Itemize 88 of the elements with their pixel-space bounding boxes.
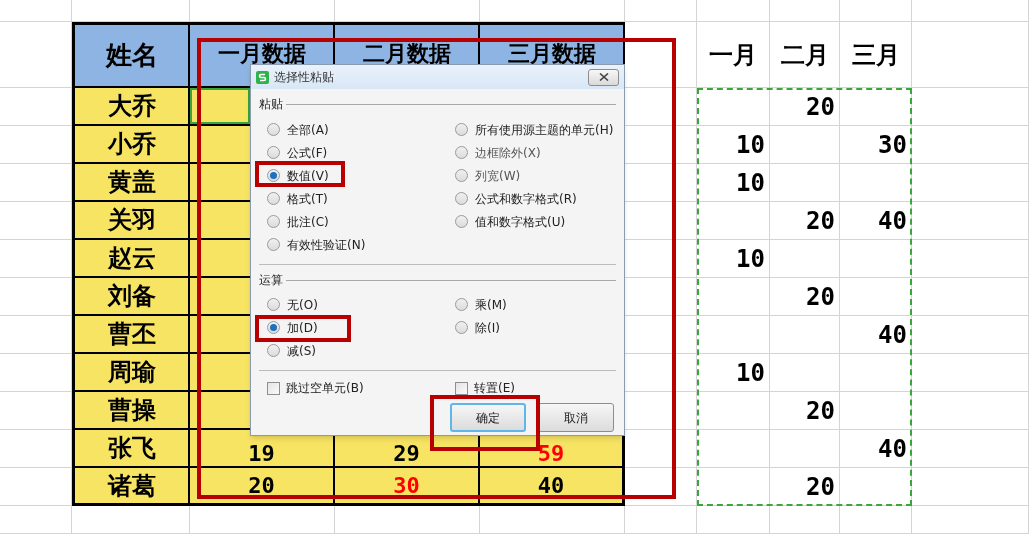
value-cell: 29 (393, 443, 420, 465)
name-cell-text: 周瑜 (107, 357, 156, 388)
checkbox-label: 转置(E) (474, 380, 515, 397)
value-cell-text: 10 (736, 167, 765, 199)
option-label: 边框除外(X) (475, 144, 541, 162)
name-cell-text: 关羽 (107, 205, 156, 236)
name-cell-text: 小乔 (107, 129, 156, 160)
column-header: 二月数据 (362, 43, 451, 65)
option-label: 乘(M) (475, 296, 507, 314)
option-label: 有效性验证(N) (287, 236, 366, 254)
close-button[interactable] (588, 68, 619, 86)
close-icon (598, 73, 609, 81)
name-cell-text: 曹丕 (107, 319, 156, 350)
option-label: 值和数字格式(U) (475, 213, 566, 231)
column-header: 三月 (851, 39, 900, 71)
value-cell: 19 (248, 443, 275, 465)
radio-button[interactable] (267, 298, 280, 311)
value-cell-text: 40 (878, 433, 907, 465)
value-cell-text: 20 (806, 281, 835, 313)
radio-button[interactable] (267, 321, 280, 334)
value-cell-text: 40 (878, 205, 907, 237)
radio-button[interactable] (267, 215, 280, 228)
radio-button[interactable] (455, 123, 468, 136)
option-label: 加(D) (287, 319, 318, 337)
radio-button[interactable] (267, 344, 280, 357)
name-cell-text: 诸葛 (107, 470, 156, 502)
value-cell-text: 30 (878, 129, 907, 161)
name-cell-text: 黄盖 (107, 167, 156, 198)
radio-button[interactable] (267, 123, 280, 136)
checkbox-label: 跳过空单元(B) (286, 380, 364, 397)
radio-button[interactable] (267, 146, 280, 159)
value-cell-text: 10 (736, 129, 765, 161)
value-cell-text: 20 (806, 205, 835, 237)
radio-button[interactable] (267, 238, 280, 251)
checkbox[interactable] (267, 381, 280, 395)
value-cell: 30 (393, 474, 420, 497)
column-header: 一月数据 (217, 43, 306, 65)
dialog-title: 选择性粘贴 (274, 69, 334, 86)
option-label: 公式和数字格式(R) (475, 190, 577, 208)
value-cell: 20 (248, 474, 275, 497)
empty-cell (770, 506, 840, 534)
group-label: 粘贴 (259, 96, 283, 113)
name-cell-text: 大乔 (107, 91, 156, 122)
value-cell-text: 10 (736, 357, 765, 389)
empty-cell (840, 354, 912, 392)
column-header: 一月 (709, 39, 757, 71)
empty-cell (840, 506, 912, 534)
group-label: 运算 (259, 272, 283, 289)
option-label: 列宽(W) (475, 167, 521, 185)
column-header: 三月数据 (507, 43, 596, 65)
radio-button[interactable] (455, 215, 468, 228)
name-cell-text: 赵云 (107, 243, 156, 274)
value-cell-text: 10 (736, 243, 765, 275)
value-cell-text: 20 (806, 91, 835, 123)
option-label: 格式(T) (287, 190, 328, 208)
empty-cell (625, 0, 697, 22)
option-label: 公式(F) (287, 144, 328, 162)
column-header: 姓名 (105, 39, 158, 72)
value-cell-text: 20 (806, 395, 835, 427)
name-cell-text: 刘备 (107, 281, 156, 312)
app-logo-icon (256, 70, 269, 84)
radio-button[interactable] (455, 298, 468, 311)
empty-cell (0, 506, 72, 534)
name-cell-text: 张飞 (107, 433, 156, 464)
column-header: 二月 (780, 39, 829, 71)
radio-button[interactable] (455, 192, 468, 205)
option-label: 数值(V) (287, 167, 329, 185)
empty-cell (625, 506, 697, 534)
value-cell: 40 (537, 474, 565, 497)
empty-cell (0, 0, 72, 22)
active-cell-border (190, 88, 250, 124)
option-label: 批注(C) (287, 213, 329, 231)
value-cell-text: 40 (878, 319, 907, 351)
value-cell: 59 (537, 443, 565, 465)
option-label: 全部(A) (287, 121, 329, 139)
ok-button[interactable]: 确定 (450, 403, 526, 432)
checkbox[interactable] (455, 381, 468, 395)
option-label: 所有使用源主题的单元(H) (475, 121, 614, 139)
cancel-button[interactable]: 取消 (538, 403, 614, 432)
name-cell-text: 曹操 (107, 395, 156, 426)
option-label: 无(O) (287, 296, 318, 314)
empty-cell (840, 164, 912, 202)
radio-button[interactable] (267, 192, 280, 205)
radio-button[interactable] (455, 321, 468, 334)
option-label: 减(S) (287, 342, 316, 360)
option-label: 除(I) (475, 319, 500, 337)
value-cell-text: 20 (806, 471, 835, 503)
radio-button[interactable] (267, 169, 280, 182)
